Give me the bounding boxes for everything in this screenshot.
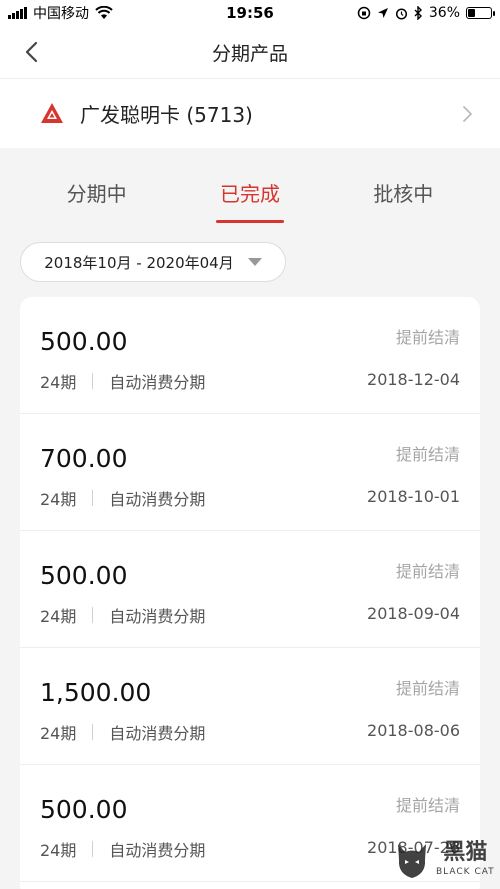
item-meta: 24期 自动消费分期 <box>40 837 205 861</box>
status-left: 中国移动 <box>8 3 113 23</box>
item-type: 自动消费分期 <box>109 607 206 626</box>
chevron-right-icon <box>463 105 472 122</box>
alarm-icon <box>395 7 407 20</box>
bank-logo-icon <box>41 102 63 123</box>
item-date: 2018-12-04 <box>367 370 460 389</box>
item-amount: 500.00 <box>40 795 128 824</box>
tab-in-progress[interactable]: 分期中 <box>59 168 135 217</box>
installment-list: 500.00 提前结清 24期 自动消费分期 2018-12-04 700.00… <box>20 297 480 889</box>
tab-completed[interactable]: 已完成 <box>212 168 288 223</box>
item-date: 2018-08-06 <box>367 721 460 740</box>
item-amount: 700.00 <box>40 444 128 473</box>
divider <box>92 490 94 506</box>
dropdown-caret-icon <box>247 258 262 266</box>
watermark-text: 黑猫 BLACK CAT <box>436 840 495 878</box>
item-amount: 1,500.00 <box>40 678 152 707</box>
date-range-filter[interactable]: 2018年10月 - 2020年04月 <box>20 242 286 282</box>
early-settle-button[interactable]: 提前结清 <box>396 675 460 699</box>
battery-icon <box>466 7 495 19</box>
tab-bar: 分期中 已完成 批核中 <box>0 160 500 224</box>
item-meta: 24期 自动消费分期 <box>40 603 205 627</box>
item-type: 自动消费分期 <box>109 373 206 392</box>
status-right: 36% <box>357 5 495 21</box>
item-date: 2018-09-04 <box>367 604 460 623</box>
item-amount: 500.00 <box>40 561 128 590</box>
item-meta: 24期 自动消费分期 <box>40 720 205 744</box>
signal-icon <box>8 7 27 19</box>
rotation-lock-icon <box>357 6 371 20</box>
item-date: 2018-10-01 <box>367 487 460 506</box>
bluetooth-icon <box>414 6 422 20</box>
early-settle-button[interactable]: 提前结清 <box>396 558 460 582</box>
early-settle-button[interactable]: 提前结清 <box>396 792 460 816</box>
item-periods: 24期 <box>40 373 77 392</box>
page-title: 分期产品 <box>211 42 288 65</box>
list-item[interactable]: 700.00 提前结清 24期 自动消费分期 2018-10-01 <box>20 414 480 531</box>
item-type: 自动消费分期 <box>109 490 206 509</box>
item-periods: 24期 <box>40 490 77 509</box>
card-name: 广发聪明卡 (5713) <box>80 103 253 127</box>
list-item[interactable]: 1,500.00 提前结清 24期 自动消费分期 2018-08-06 <box>20 648 480 765</box>
early-settle-button[interactable]: 提前结清 <box>396 441 460 465</box>
wifi-icon <box>95 6 113 19</box>
item-meta: 24期 自动消费分期 <box>40 369 205 393</box>
divider <box>92 841 94 857</box>
divider <box>92 607 94 623</box>
tab-pending-approval[interactable]: 批核中 <box>365 168 441 217</box>
divider <box>92 724 94 740</box>
early-settle-button[interactable]: 提前结清 <box>396 324 460 348</box>
battery-fill <box>468 9 475 17</box>
carrier-label: 中国移动 <box>33 6 89 22</box>
item-meta: 24期 自动消费分期 <box>40 486 205 510</box>
date-range-label: 2018年10月 - 2020年04月 <box>44 253 234 272</box>
chevron-left-icon <box>25 41 38 63</box>
watermark-cn: 黑猫 <box>443 840 488 865</box>
item-type: 自动消费分期 <box>109 724 206 743</box>
black-cat-logo-icon <box>398 843 426 878</box>
list-item[interactable]: 500.00 提前结清 24期 自动消费分期 2018-09-04 <box>20 531 480 648</box>
card-selector[interactable]: 广发聪明卡 (5713) <box>0 78 500 148</box>
status-bar: 中国移动 19:56 36% <box>0 0 500 26</box>
battery-label: 36% <box>428 5 460 21</box>
location-icon <box>377 8 388 18</box>
watermark: 黑猫 BLACK CAT <box>392 830 500 889</box>
item-periods: 24期 <box>40 841 77 860</box>
item-amount: 500.00 <box>40 327 128 356</box>
item-type: 自动消费分期 <box>109 841 206 860</box>
list-item[interactable]: 500.00 提前结清 24期 自动消费分期 2018-12-04 <box>20 297 480 414</box>
watermark-en: BLACK CAT <box>436 867 495 877</box>
back-button[interactable] <box>18 38 46 66</box>
item-periods: 24期 <box>40 607 77 626</box>
divider <box>92 373 94 389</box>
nav-bar: 分期产品 <box>0 26 500 78</box>
item-periods: 24期 <box>40 724 77 743</box>
